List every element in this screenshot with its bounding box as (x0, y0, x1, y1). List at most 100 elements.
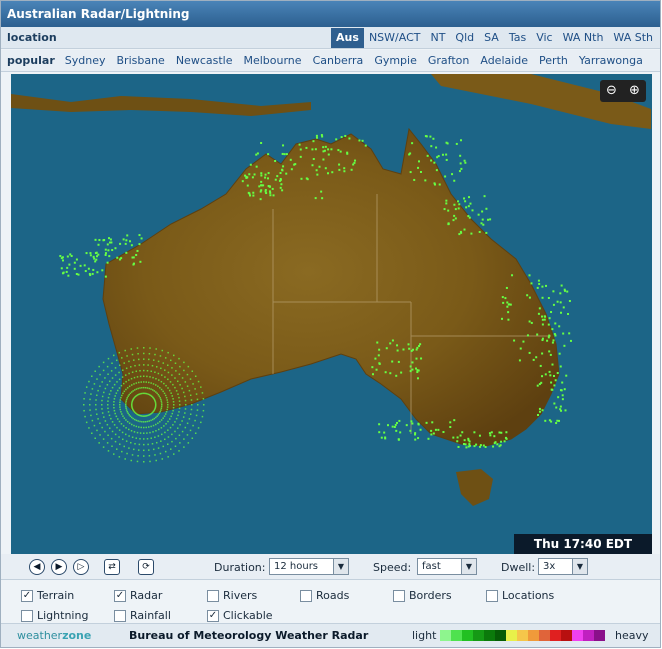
radar-ring-dot (170, 392, 172, 394)
region-tab-nsw-act[interactable]: NSW/ACT (364, 28, 426, 48)
region-tab-nt[interactable]: NT (425, 28, 450, 48)
layer-rainfall-checkbox[interactable]: Rainfall (114, 609, 171, 622)
radar-echo (327, 153, 330, 156)
radar-ring-dot (155, 430, 157, 432)
radar-ring-dot (181, 387, 183, 390)
play-icon[interactable]: ▶ (51, 559, 67, 575)
radar-ring-dot (99, 422, 101, 425)
radar-ring-dot (130, 416, 133, 419)
radar-ring-dot (154, 371, 156, 373)
radar-map[interactable]: ⊖ ⊕ Thu 17:40 EDT (11, 74, 652, 554)
radar-echo (389, 372, 392, 375)
radar-echo (343, 170, 346, 173)
legend-swatch (517, 630, 528, 641)
radar-ring-dot (148, 420, 151, 422)
layer-lightning-checkbox[interactable]: Lightning (21, 609, 88, 622)
radar-ring-dot (179, 442, 181, 444)
radar-echo (409, 365, 412, 368)
dwell-select[interactable]: 3x ▼ (538, 558, 588, 575)
radar-echo (536, 286, 539, 289)
radar-ring-dot (152, 431, 154, 433)
city-link-gympie[interactable]: Gympie (374, 54, 417, 67)
radar-ring-dot (141, 386, 143, 389)
radar-echo (501, 317, 504, 320)
speed-select[interactable]: fast ▼ (417, 558, 477, 575)
radar-echo (391, 360, 394, 363)
radar-ring-dot (196, 398, 199, 401)
layer-rivers-checkbox[interactable]: Rivers (207, 589, 257, 602)
step-back-icon[interactable]: ◀ (29, 559, 45, 575)
radar-ring-dot (96, 429, 98, 432)
layer-radar-checkbox[interactable]: ✓ Radar (114, 589, 162, 602)
step-forward-icon[interactable]: ▷ (73, 559, 89, 575)
region-tab-tas[interactable]: Tas (504, 28, 531, 48)
city-link-canberra[interactable]: Canberra (313, 54, 364, 67)
layer-terrain-checkbox[interactable]: ✓ Terrain (21, 589, 74, 602)
radar-ring-dot (172, 383, 174, 386)
city-link-yarrawonga[interactable]: Yarrawonga (579, 54, 643, 67)
city-link-newcastle[interactable]: Newcastle (176, 54, 233, 67)
radar-echo (551, 341, 554, 344)
refresh-icon[interactable]: ⟳ (138, 559, 154, 575)
radar-echo (248, 192, 251, 195)
radar-echo (420, 357, 423, 360)
radar-ring-dot (169, 381, 172, 383)
swap-icon[interactable]: ⇄ (104, 559, 120, 575)
chevron-down-icon: ▼ (461, 559, 476, 574)
radar-echo (429, 135, 432, 138)
radar-echo (380, 436, 383, 439)
radar-echo (511, 274, 514, 277)
duration-select[interactable]: 12 hours ▼ (269, 558, 349, 575)
radar-ring-dot (166, 401, 169, 404)
radar-ring-dot (178, 400, 181, 402)
chevron-down-icon: ▼ (572, 559, 587, 574)
layer-roads-checkbox[interactable]: Roads (300, 589, 349, 602)
city-link-melbourne[interactable]: Melbourne (243, 54, 301, 67)
radar-ring-dot (152, 418, 154, 421)
radar-ring-dot (93, 424, 96, 427)
radar-echo (505, 437, 508, 440)
radar-ring-dot (138, 381, 140, 384)
region-tab-vic[interactable]: Vic (531, 28, 557, 48)
radar-ring-dot (176, 427, 179, 429)
radar-ring-dot (186, 385, 189, 387)
layer-borders-checkbox[interactable]: Borders (393, 589, 452, 602)
city-link-grafton[interactable]: Grafton (428, 54, 469, 67)
layer-locations-checkbox[interactable]: Locations (486, 589, 554, 602)
radar-ring-dot (172, 401, 175, 403)
city-link-adelaide[interactable]: Adelaide (480, 54, 528, 67)
city-link-brisbane[interactable]: Brisbane (117, 54, 165, 67)
city-link-sydney[interactable]: Sydney (65, 54, 106, 67)
legend-swatch (572, 630, 583, 641)
radar-echo (391, 339, 394, 342)
radar-echo (482, 444, 485, 447)
radar-echo (443, 208, 446, 211)
radar-echo (324, 167, 327, 170)
radar-ring-dot (188, 418, 191, 420)
radar-ring-dot (160, 440, 162, 442)
radar-echo (564, 409, 567, 412)
zoom-out-icon[interactable]: ⊖ (606, 80, 617, 102)
region-tab-aus[interactable]: Aus (331, 28, 364, 48)
zoom-in-icon[interactable]: ⊕ (629, 80, 640, 102)
radar-echo (518, 359, 521, 362)
weatherzone-logo[interactable]: weatherzone (17, 629, 91, 642)
region-tab-qld[interactable]: Qld (450, 28, 479, 48)
radar-echo (278, 179, 281, 182)
radar-ring-dot (170, 448, 172, 450)
radar-ring-dot (104, 377, 106, 379)
radar-ring-dot (174, 377, 176, 379)
layer-clickable-checkbox[interactable]: ✓ Clickable (207, 609, 273, 622)
radar-echo (541, 323, 544, 326)
radar-echo (458, 170, 461, 173)
radar-echo (430, 145, 433, 148)
radar-ring-dot (83, 409, 85, 412)
radar-ring-dot (175, 370, 177, 372)
region-tab-wa-sth[interactable]: WA Sth (608, 28, 658, 48)
radar-ring-dot (136, 460, 139, 463)
region-tab-wa-nth[interactable]: WA Nth (558, 28, 609, 48)
region-tab-sa[interactable]: SA (479, 28, 504, 48)
city-link-perth[interactable]: Perth (539, 54, 568, 67)
layer-label: Borders (409, 589, 452, 602)
radar-echo (561, 381, 564, 384)
